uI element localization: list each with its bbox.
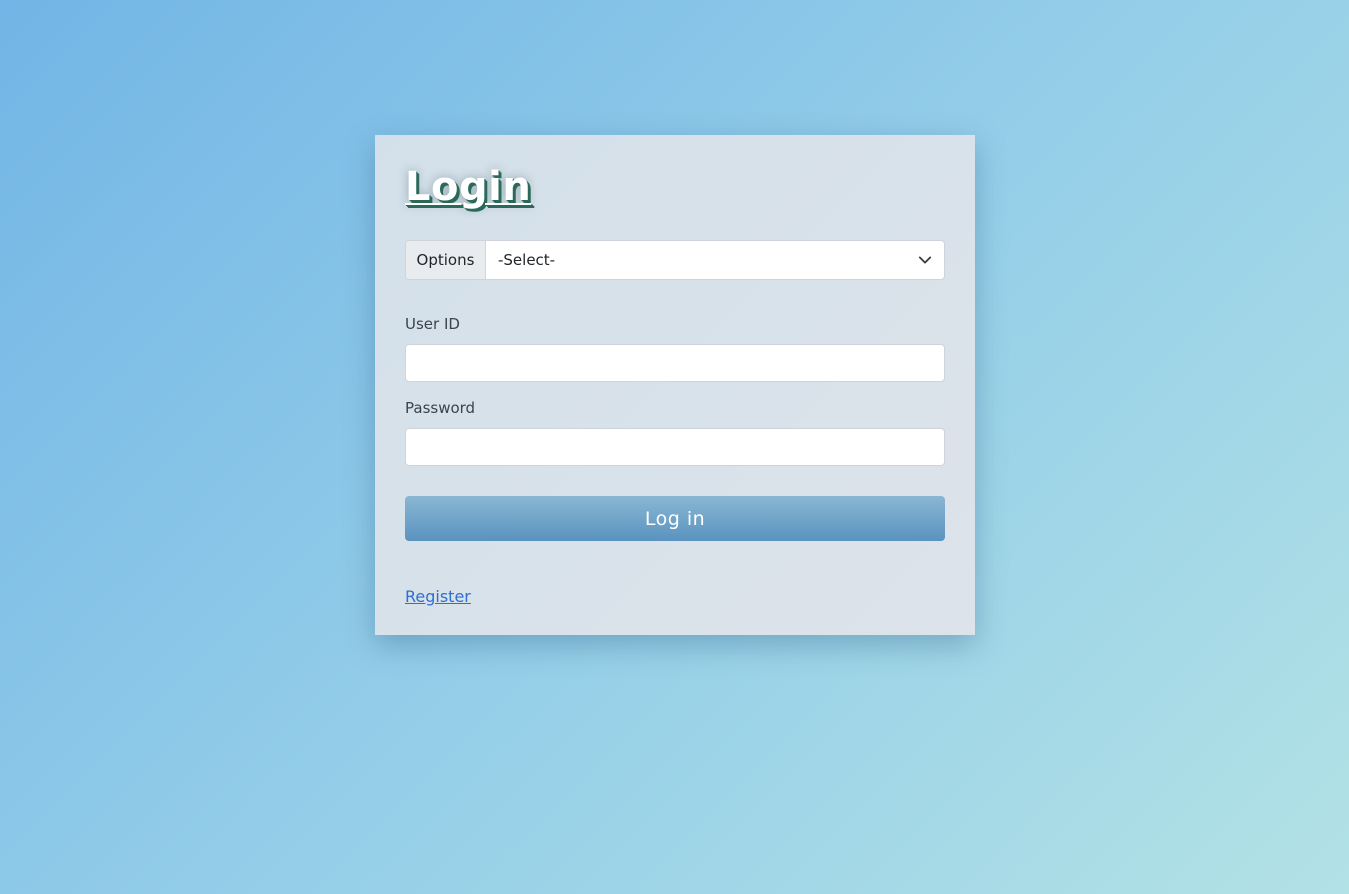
login-title: Login xyxy=(405,164,532,210)
password-label: Password xyxy=(405,399,476,417)
user-id-label: User ID xyxy=(405,315,460,333)
options-select[interactable]: -Select- xyxy=(486,241,944,279)
chevron-down-icon xyxy=(918,256,932,264)
password-input[interactable] xyxy=(405,428,945,466)
options-input-group: Options -Select- xyxy=(405,240,945,280)
options-select-value: -Select- xyxy=(498,251,556,269)
login-button[interactable]: Log in xyxy=(405,496,945,541)
register-link[interactable]: Register xyxy=(405,587,471,606)
options-label: Options xyxy=(406,241,486,279)
login-card: Login Options -Select- User ID Password … xyxy=(375,135,975,635)
user-id-input[interactable] xyxy=(405,344,945,382)
